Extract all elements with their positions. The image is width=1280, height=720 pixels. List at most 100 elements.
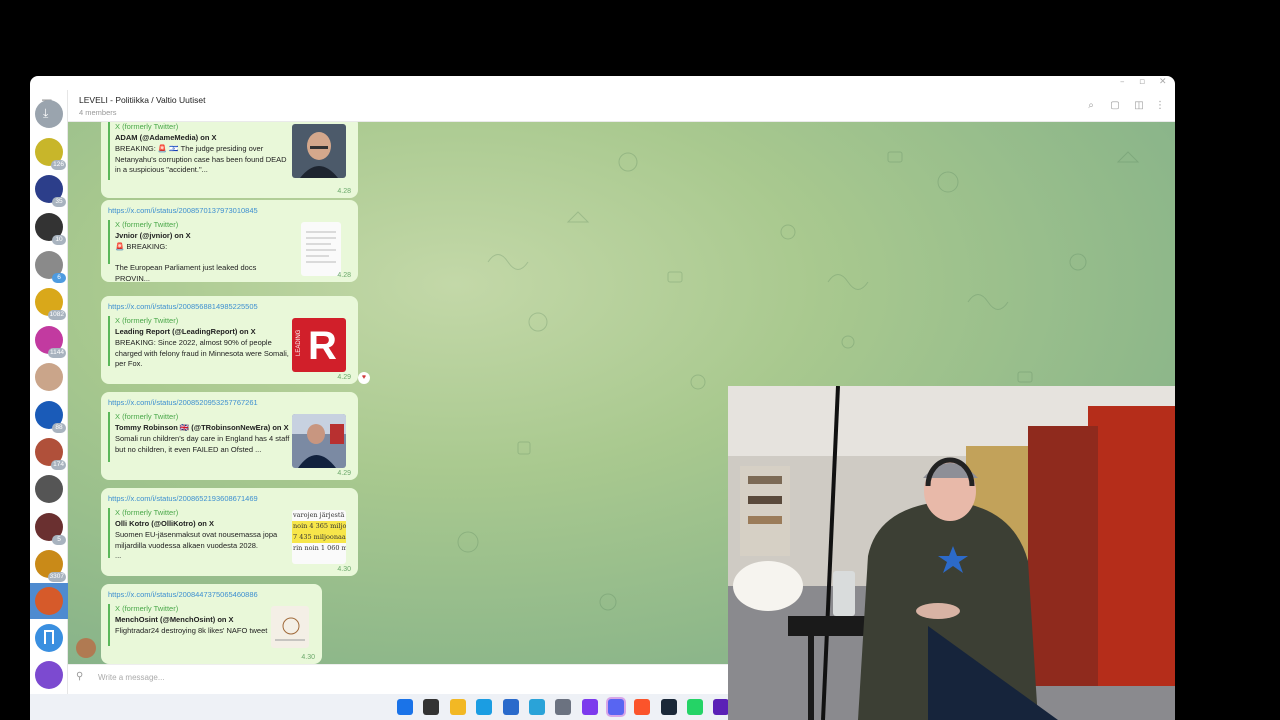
message-link[interactable]: https://x.com/i/status/20085701379730108… — [108, 206, 258, 215]
message-time: 4.28 — [337, 188, 351, 195]
preview-author: ADAM (@AdameMedia) on X — [115, 133, 217, 142]
chat-avatar-chat-10[interactable] — [35, 475, 63, 503]
preview-thumbnail: varojen järjestä noin 4 365 miljoo 7 435 m… — [292, 510, 346, 564]
attach-icon[interactable]: ⚲ — [76, 671, 83, 682]
message-link[interactable]: https://x.com/i/status/20085688149852255… — [108, 302, 258, 311]
steam-icon[interactable] — [661, 699, 677, 715]
app-purple-icon[interactable] — [582, 699, 598, 715]
preview-thumbnail — [301, 222, 341, 276]
chat-avatar-chat-15[interactable] — [35, 661, 63, 689]
preview-thumbnail — [292, 124, 346, 178]
message-bubble[interactable]: https://x.com/i/status/20085209532577672… — [101, 392, 358, 480]
snipping-icon[interactable] — [529, 699, 545, 715]
archive-icon: ⤓ — [43, 106, 49, 120]
settings-icon[interactable] — [555, 699, 571, 715]
chat-header: LEVELI - Politiikka / Valtio Uutiset 4 m… — [68, 90, 1175, 122]
chat-avatar-chat-9[interactable]: 174 — [35, 438, 66, 470]
leading-logo-text: LEADING — [296, 329, 302, 356]
link-preview[interactable]: X (formerly Twitter) Jvnior (@jvnior) on … — [108, 220, 349, 283]
link-preview[interactable]: X (formerly Twitter) Leading Report (@Lea… — [108, 316, 349, 372]
chat-avatar-chat-11[interactable]: 5 — [35, 513, 66, 545]
preview-text: BREAKING: 🚨 🇮🇱 The judge presiding over … — [115, 144, 287, 174]
unread-badge: 5 — [52, 535, 66, 545]
chat-avatar-saved[interactable] — [35, 624, 63, 652]
leading-logo: R — [308, 324, 337, 368]
thumbnail-text-line: rin noin 1 060 m — [293, 544, 346, 552]
message-link[interactable]: https://x.com/i/status/20085209532577672… — [108, 398, 258, 407]
preview-source: X (formerly Twitter) — [115, 316, 179, 325]
link-preview[interactable]: X (formerly Twitter) ADAM (@AdameMedia) o… — [108, 122, 349, 180]
thumbnail-text-line: noin 4 365 miljoo — [292, 521, 346, 532]
unread-badge: 174 — [51, 460, 66, 470]
windows-start-icon[interactable] — [397, 699, 413, 715]
preview-author: Leading Report (@LeadingReport) on X — [115, 327, 256, 336]
sender-avatar[interactable] — [76, 638, 96, 658]
message-bubble[interactable]: https://x.com/i/status/20085701379730108… — [101, 200, 358, 283]
chat-avatar-chat-2[interactable]: 35 — [35, 175, 66, 207]
app-last-icon[interactable] — [713, 699, 729, 715]
preview-author: Tommy Robinson 🇬🇧 (@TRobinsonNewEra) on … — [115, 423, 289, 432]
unread-badge: 1144 — [48, 348, 66, 358]
preview-source: X (formerly Twitter) — [115, 220, 179, 229]
preview-author: Olli Kotro (@OlliKotro) on X — [115, 519, 214, 528]
chat-avatar-chat-8[interactable]: 88 — [35, 401, 66, 433]
message-input-bar: ⚲ Write a message... — [68, 664, 758, 690]
link-preview[interactable]: X (formerly Twitter) Olli Kotro (@OlliKot… — [108, 508, 349, 564]
message-input[interactable]: Write a message... — [98, 673, 165, 682]
chat-avatar-chat-6[interactable]: 1144 — [35, 326, 66, 358]
brave-icon[interactable] — [634, 699, 650, 715]
more-icon[interactable]: ⋮ — [1154, 100, 1166, 112]
unread-badge: 126 — [51, 160, 66, 170]
close-button[interactable]: ✕ — [1159, 77, 1167, 87]
message-link[interactable]: https://x.com/i/status/20086521936086714… — [108, 494, 258, 503]
message-link[interactable]: https://x.com/i/status/20084473750654608… — [108, 590, 258, 599]
chat-avatar-chat-12[interactable]: 3307 — [35, 550, 66, 582]
unread-badge: 35 — [52, 197, 66, 207]
unread-badge: 3307 — [47, 572, 66, 582]
minimize-button[interactable]: – — [1120, 77, 1125, 87]
message-bubble[interactable]: X (formerly Twitter) ADAM (@AdameMedia) o… — [101, 122, 358, 198]
link-preview[interactable]: X (formerly Twitter) MenchOsint (@MenchOs… — [108, 604, 313, 648]
preview-thumbnail — [292, 414, 346, 468]
comments-icon[interactable]: ▢ — [1109, 100, 1121, 112]
sidebar-toggle-icon[interactable]: ◫ — [1133, 100, 1145, 112]
store-icon[interactable] — [503, 699, 519, 715]
bookmark-icon — [44, 630, 54, 644]
file-explorer-icon[interactable] — [450, 699, 466, 715]
heart-reaction-icon[interactable]: ♥ — [358, 372, 370, 384]
thumbnail-text-line: varojen järjestä — [293, 511, 345, 519]
thumbnail-text-line: 7 435 miljoonaa — [292, 532, 346, 543]
screen: – ▫ ✕ ☰ ⤓12635106108211448817453307 LEVE… — [0, 0, 1280, 720]
message-bubble[interactable]: https://x.com/i/status/20086521936086714… — [101, 488, 358, 576]
chat-avatar-chat-4[interactable]: 6 — [35, 251, 66, 283]
whatsapp-icon[interactable] — [687, 699, 703, 715]
link-preview[interactable]: X (formerly Twitter) Tommy Robinson 🇬🇧 (@… — [108, 412, 349, 468]
maximize-button[interactable]: ▫ — [1139, 77, 1145, 87]
unread-badge: 88 — [52, 423, 66, 433]
message-time: 4.30 — [301, 654, 315, 661]
chat-avatar-chat-13-active[interactable] — [35, 587, 63, 615]
edge-icon[interactable] — [476, 699, 492, 715]
chat-avatar-chat-3[interactable]: 10 — [35, 213, 66, 245]
preview-text: 🚨 BREAKING: The European Parliament just… — [115, 242, 257, 283]
chat-avatar-chat-5[interactable]: 1082 — [35, 288, 66, 320]
message-time: 4.30 — [337, 566, 351, 573]
message-time: 4.29 — [337, 374, 351, 381]
message-time: 4.28 — [337, 272, 351, 279]
preview-source: X (formerly Twitter) — [115, 122, 179, 131]
preview-author: Jvnior (@jvnior) on X — [115, 231, 191, 240]
message-bubble[interactable]: https://x.com/i/status/20085688149852255… — [101, 296, 358, 384]
chat-avatar-archive[interactable]: ⤓ — [35, 100, 63, 128]
message-bubble[interactable]: https://x.com/i/status/20084473750654608… — [101, 584, 322, 664]
chat-title[interactable]: LEVELI - Politiikka / Valtio Uutiset — [79, 95, 205, 105]
unread-badge: 10 — [52, 235, 66, 245]
chat-avatar-chat-7[interactable] — [35, 363, 63, 391]
preview-source: X (formerly Twitter) — [115, 508, 179, 517]
search-icon[interactable]: ⌕ — [1085, 100, 1097, 112]
discord-icon[interactable] — [608, 699, 624, 715]
message-time: 4.29 — [337, 470, 351, 477]
title-bar: – ▫ ✕ — [30, 76, 1175, 90]
task-view-icon[interactable] — [423, 699, 439, 715]
chat-avatar-chat-1[interactable]: 126 — [35, 138, 66, 170]
member-count: 4 members — [79, 108, 117, 117]
